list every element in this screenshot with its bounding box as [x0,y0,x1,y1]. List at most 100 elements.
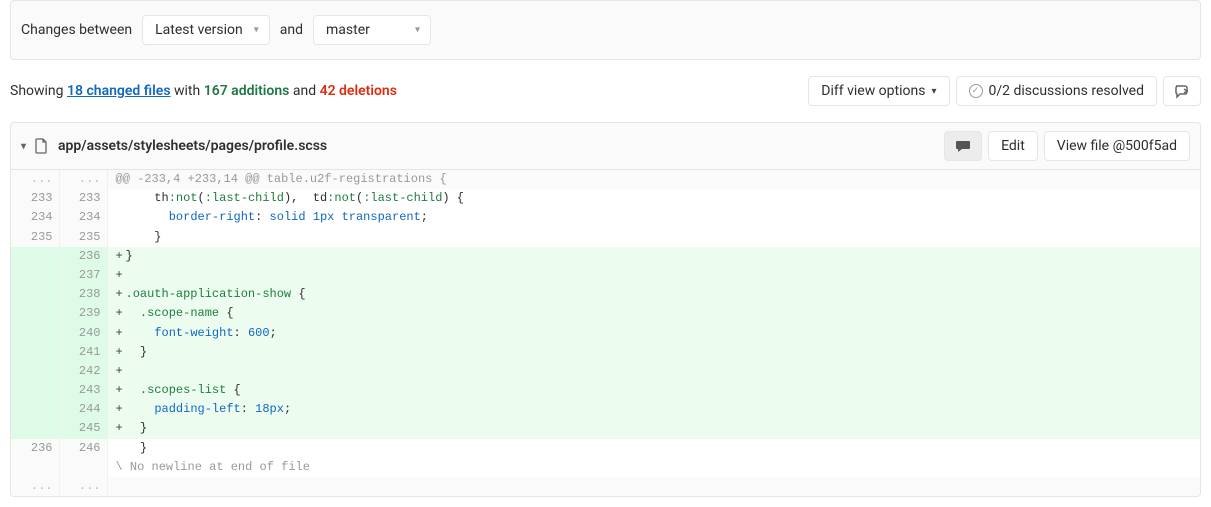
line-number[interactable]: 246 [59,439,107,458]
table-row: 237+ [11,266,1200,285]
line-number[interactable]: 236 [11,439,59,458]
table-row: 238+.oauth-application-show { [11,285,1200,304]
table-row: 242+ [11,362,1200,381]
file-path: app/assets/stylesheets/pages/profile.scs… [58,138,327,154]
file-title[interactable]: ▾ app/assets/stylesheets/pages/profile.s… [21,138,327,154]
changed-files-link[interactable]: 18 changed files [67,83,171,99]
line-number[interactable]: 243 [59,381,107,400]
table-row: 234234 border-right: solid 1px transpare… [11,208,1200,227]
line-number[interactable]: 235 [11,228,59,247]
code-line: + padding-left: 18px; [107,400,1200,419]
code-line: } [107,228,1200,247]
line-number[interactable] [11,324,59,343]
diff-view-options-label: Diff view options [821,83,925,99]
line-number[interactable]: 239 [59,304,107,323]
line-number[interactable]: 234 [59,208,107,227]
file-actions: Edit View file @500f5ad [944,131,1190,161]
line-number[interactable]: 236 [59,247,107,266]
line-number[interactable]: ... [11,170,59,189]
line-number[interactable] [11,247,59,266]
line-number[interactable] [59,458,107,477]
line-number[interactable]: 245 [59,419,107,438]
code-line: th:not(:last-child), td:not(:last-child)… [107,189,1200,208]
additions-count: 167 additions [204,83,290,99]
line-number[interactable]: 240 [59,324,107,343]
and-label-2: and [289,83,319,99]
table-row: 243+ .scopes-list { [11,381,1200,400]
line-number[interactable] [11,362,59,381]
diff-file: ▾ app/assets/stylesheets/pages/profile.s… [10,122,1201,497]
diff-summary-row: Showing 18 changed files with 167 additi… [10,60,1201,122]
hunk-row: ......@@ -233,4 +233,14 @@ table.u2f-reg… [11,170,1200,189]
summary-actions: Diff view options ▾ ✓ 0/2 discussions re… [808,76,1201,106]
table-row: 236246 } [11,439,1200,458]
table-row: 239+ .scope-name { [11,304,1200,323]
view-file-label: View file @500f5ad [1057,138,1177,154]
code-line: +} [107,247,1200,266]
code-line: + .scope-name { [107,304,1200,323]
line-number[interactable]: 242 [59,362,107,381]
table-row: 244+ padding-left: 18px; [11,400,1200,419]
code-line: + } [107,343,1200,362]
file-icon [34,138,50,154]
comment-next-icon [1174,83,1190,99]
line-number[interactable]: ... [59,170,107,189]
code-line: } [107,439,1200,458]
line-number[interactable]: 244 [59,400,107,419]
comment-icon [955,138,971,154]
showing-label: Showing [10,83,67,99]
line-number[interactable] [11,304,59,323]
line-number[interactable] [11,400,59,419]
line-number[interactable]: 233 [11,189,59,208]
line-number[interactable]: 238 [59,285,107,304]
target-dropdown[interactable]: master ▾ [313,15,431,45]
collapse-caret-icon[interactable]: ▾ [21,141,26,152]
code-line: border-right: solid 1px transparent; [107,208,1200,227]
version-dropdown[interactable]: Latest version ▾ [142,15,270,45]
line-number[interactable]: 234 [11,208,59,227]
line-number[interactable] [11,343,59,362]
code-line: +.oauth-application-show { [107,285,1200,304]
discussions-resolved-button[interactable]: ✓ 0/2 discussions resolved [956,76,1158,106]
diff-summary-text: Showing 18 changed files with 167 additi… [10,83,397,99]
hunk-header: @@ -233,4 +233,14 @@ table.u2f-registrat… [107,170,1200,189]
table-row: 245+ } [11,419,1200,438]
with-label: with [171,83,204,99]
toggle-comments-button[interactable] [944,131,982,161]
code-line: + font-weight: 600; [107,324,1200,343]
caret-down-icon: ▾ [931,86,936,97]
table-row: 233233 th:not(:last-child), td:not(:last… [11,189,1200,208]
diff-table: ......@@ -233,4 +233,14 @@ table.u2f-reg… [11,170,1200,496]
edit-label: Edit [1001,138,1025,154]
line-number[interactable]: 235 [59,228,107,247]
changes-between-label: Changes between [21,22,132,38]
compare-bar: Changes between Latest version ▾ and mas… [10,0,1201,60]
table-row: 241+ } [11,343,1200,362]
table-row: 235235 } [11,228,1200,247]
line-number[interactable]: 241 [59,343,107,362]
line-number[interactable]: 237 [59,266,107,285]
edit-file-button[interactable]: Edit [988,131,1038,161]
chevron-down-icon: ▾ [415,25,420,36]
line-number[interactable]: ... [59,477,107,496]
line-number[interactable] [11,266,59,285]
code-line: + [107,266,1200,285]
view-file-button[interactable]: View file @500f5ad [1044,131,1190,161]
and-label: and [280,22,303,38]
version-dropdown-value: Latest version [155,22,243,38]
diff-view-options-button[interactable]: Diff view options ▾ [808,76,949,106]
table-row: 236+} [11,247,1200,266]
jump-to-discussion-button[interactable] [1163,76,1201,106]
line-number[interactable] [11,285,59,304]
circle-check-icon: ✓ [969,84,983,98]
line-number[interactable] [11,458,59,477]
target-dropdown-value: master [326,22,370,38]
no-newline-text: \ No newline at end of file [107,458,1200,477]
no-newline-row: \ No newline at end of file [11,458,1200,477]
discussions-resolved-label: 0/2 discussions resolved [989,83,1145,99]
line-number[interactable]: ... [11,477,59,496]
line-number[interactable]: 233 [59,189,107,208]
expand-row[interactable]: ...... [11,477,1200,496]
line-number[interactable] [11,381,59,400]
line-number[interactable] [11,419,59,438]
